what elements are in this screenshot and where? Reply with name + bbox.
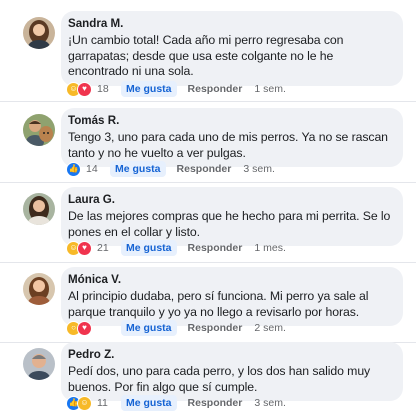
like-button[interactable]: Me gusta <box>110 161 166 177</box>
reply-button[interactable]: Responder <box>188 242 243 254</box>
like-button[interactable]: Me gusta <box>121 81 177 97</box>
like-button[interactable]: Me gusta <box>121 395 177 411</box>
comment-actions: 👍 14 Me gusta Responder 3 sem. <box>66 159 275 179</box>
reaction-count: 18 <box>97 83 109 95</box>
love-reaction-icon: ♥ <box>77 240 92 256</box>
love-reaction-icon: ♥ <box>77 320 92 336</box>
comment-text: ¡Un cambio total! Cada año mi perro regr… <box>68 33 344 79</box>
commenter-name[interactable]: Tomás R. <box>68 114 395 128</box>
reaction-summary[interactable]: 👍 ☺ 11 <box>66 395 111 411</box>
reaction-summary[interactable]: 👍 14 <box>66 161 100 177</box>
timestamp[interactable]: 1 mes. <box>254 242 286 254</box>
comments-feed: Sandra M. ¡Un cambio total! Cada año mi … <box>0 0 416 416</box>
comment-item: Sandra M. ¡Un cambio total! Cada año mi … <box>0 5 416 97</box>
reaction-count: 21 <box>97 242 109 254</box>
comment-item: Mónica V. Al principio dudaba, pero sí f… <box>0 261 416 336</box>
commenter-name[interactable]: Mónica V. <box>68 273 395 287</box>
commenter-name[interactable]: Pedro Z. <box>68 348 395 362</box>
comment-item: Pedro Z. Pedí dos, uno para cada perro, … <box>0 336 416 411</box>
comment-text: Tengo 3, uno para cada uno de mis perros… <box>68 130 388 160</box>
reply-button[interactable]: Responder <box>188 83 243 95</box>
reaction-summary[interactable]: ☺ ♥ 21 <box>66 240 111 256</box>
timestamp[interactable]: 1 sem. <box>254 83 286 95</box>
reply-button[interactable]: Responder <box>188 322 243 334</box>
avatar[interactable] <box>23 114 55 146</box>
timestamp[interactable]: 2 sem. <box>254 322 286 334</box>
comment-actions: ○ ♥ Me gusta Responder 2 sem. <box>66 318 286 338</box>
commenter-name[interactable]: Laura G. <box>68 193 395 207</box>
reaction-summary[interactable]: ☺ ♥ 18 <box>66 81 111 97</box>
reaction-summary[interactable]: ○ ♥ <box>66 320 111 336</box>
like-button[interactable]: Me gusta <box>121 240 177 256</box>
comment-actions: ☺ ♥ 18 Me gusta Responder 1 sem. <box>66 79 286 99</box>
timestamp[interactable]: 3 sem. <box>243 163 275 175</box>
like-reaction-icon: 👍 <box>66 161 81 177</box>
reaction-count: 14 <box>86 163 98 175</box>
timestamp[interactable]: 3 sem. <box>254 397 286 409</box>
comment-text: Al principio dudaba, pero sí funciona. M… <box>68 289 369 319</box>
comment-text: De las mejores compras que he hecho para… <box>68 209 391 239</box>
avatar[interactable] <box>23 17 55 49</box>
avatar[interactable] <box>23 193 55 225</box>
commenter-name[interactable]: Sandra M. <box>68 17 395 31</box>
comment-item: Tomás R. Tengo 3, uno para cada uno de m… <box>0 102 416 177</box>
like-button[interactable]: Me gusta <box>121 320 177 336</box>
reply-button[interactable]: Responder <box>188 397 243 409</box>
comment-actions: 👍 ☺ 11 Me gusta Responder 3 sem. <box>66 393 286 413</box>
comment-item: Laura G. De las mejores compras que he h… <box>0 181 416 256</box>
love-reaction-icon: ♥ <box>77 81 92 97</box>
avatar[interactable] <box>23 273 55 305</box>
comment-actions: ☺ ♥ 21 Me gusta Responder 1 mes. <box>66 238 286 258</box>
reply-button[interactable]: Responder <box>177 163 232 175</box>
haha-reaction-icon: ☺ <box>77 395 92 411</box>
comment-text: Pedí dos, uno para cada perro, y los dos… <box>68 364 371 394</box>
avatar[interactable] <box>23 348 55 380</box>
comment-bubble: Sandra M. ¡Un cambio total! Cada año mi … <box>61 11 403 86</box>
reaction-count: 11 <box>97 397 108 409</box>
